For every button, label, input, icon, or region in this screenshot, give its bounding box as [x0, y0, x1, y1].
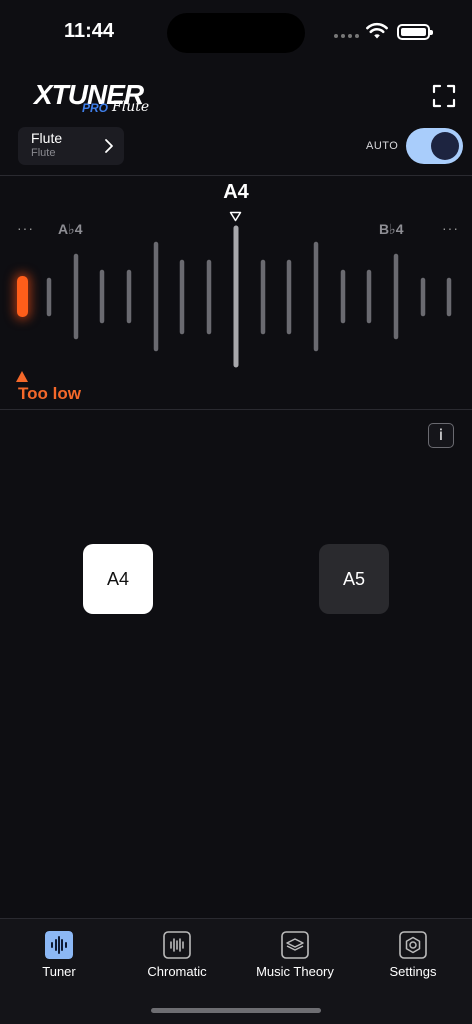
status-bar: 11:44 [0, 0, 472, 60]
note-button-a4[interactable]: A4 [83, 544, 153, 614]
toggle-knob [431, 132, 459, 160]
wifi-icon [366, 22, 388, 39]
fullscreen-icon[interactable] [432, 84, 456, 108]
tab-label: Tuner [42, 964, 76, 979]
info-button[interactable]: i [428, 423, 454, 448]
instrument-selector-button[interactable]: Flute Flute [18, 127, 124, 165]
dynamic-island [167, 13, 305, 53]
tuner-icon [45, 931, 73, 959]
tab-chromatic[interactable]: Chromatic [118, 919, 236, 989]
tab-label: Settings [389, 964, 437, 979]
battery-icon [397, 24, 433, 40]
tab-label: Music Theory [256, 964, 334, 979]
app-logo: XTUNER PRO Flute [34, 80, 168, 116]
flat-warning-icon [16, 371, 28, 382]
pitch-indicator [17, 276, 28, 317]
tab-tuner[interactable]: Tuner [0, 919, 118, 989]
home-indicator [151, 1008, 321, 1013]
logo-instrument-text: Flute [112, 99, 150, 115]
detected-note: A4 [223, 181, 249, 203]
cellular-signal-icon [334, 34, 359, 38]
status-time: 11:44 [64, 20, 115, 42]
music-theory-icon [281, 931, 309, 959]
center-pointer-icon [229, 211, 242, 222]
auto-toggle[interactable] [406, 128, 463, 164]
chevron-right-icon [105, 139, 113, 153]
settings-icon [399, 931, 427, 959]
instrument-subtitle: Flute [31, 147, 56, 159]
chromatic-icon [163, 931, 191, 959]
note-button-a5[interactable]: A5 [319, 544, 389, 614]
logo-pro-text: PRO [82, 101, 109, 115]
tuner-divider [0, 409, 472, 410]
header-divider [0, 175, 472, 176]
auto-label: AUTO [366, 140, 399, 152]
tab-settings[interactable]: Settings [354, 919, 472, 989]
tab-label: Chromatic [147, 964, 207, 979]
tab-music-theory[interactable]: Music Theory [236, 919, 354, 989]
tuning-scale [46, 225, 452, 368]
instrument-name: Flute [31, 130, 63, 146]
tuning-status: Too low [18, 384, 81, 403]
